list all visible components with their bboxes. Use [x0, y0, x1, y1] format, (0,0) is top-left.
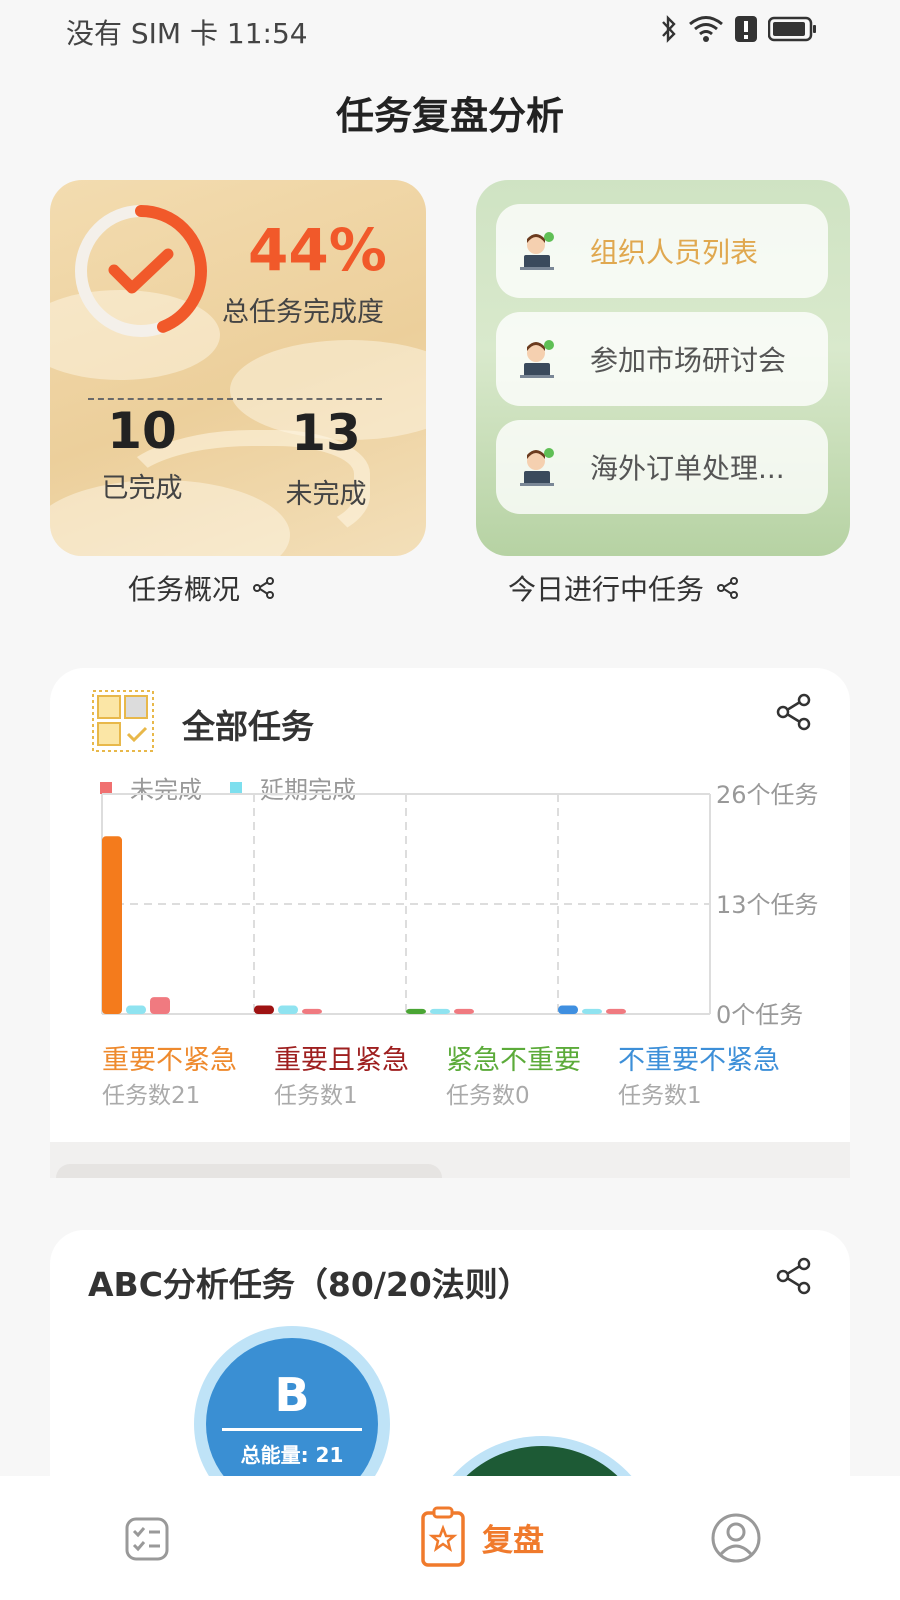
y-tick-label: 13个任务: [716, 891, 819, 919]
today-task-item[interactable]: 组织人员列表: [496, 204, 828, 298]
bar: [126, 1005, 146, 1014]
bluetooth-icon: [660, 14, 678, 44]
today-task-text: 组织人员列表: [590, 236, 759, 269]
task-overview-card[interactable]: 44% 总任务完成度 10 已完成 13 未完成: [50, 180, 426, 556]
nav-review-label: 复盘: [482, 1522, 544, 1559]
today-task-item[interactable]: 参加市场研讨会: [496, 312, 828, 406]
bar: [278, 1005, 298, 1014]
y-tick-label: 26个任务: [716, 781, 819, 809]
card-footer: [50, 1142, 850, 1178]
bar: [406, 1008, 426, 1014]
today-task-text: 海外订单处理...: [590, 452, 785, 485]
worker-avatar-icon: [520, 448, 554, 486]
worker-avatar-icon: [520, 232, 554, 270]
bar: [430, 1008, 450, 1014]
bar: [150, 997, 170, 1014]
completed-label: 已完成: [101, 473, 183, 504]
bar: [302, 1008, 322, 1014]
incomplete-label: 未完成: [285, 479, 367, 510]
status-icons: [660, 14, 818, 44]
overview-caption[interactable]: 任务概况: [128, 568, 276, 608]
bubble-b-energy: 总能量: 21: [240, 1443, 344, 1467]
all-tasks-card: 全部任务 未完成 延期完成 26个任务 13个任务 0个任务 重要不紧急 任务数21…: [50, 668, 850, 1178]
worker-avatar-icon: [520, 340, 554, 378]
quadrant-count: 任务数0: [446, 1083, 530, 1109]
quadrant-label: 重要且紧急: [274, 1045, 409, 1076]
completion-label: 总任务完成度: [222, 297, 384, 328]
today-caption-text: 今日进行中任务: [508, 573, 705, 606]
bar: [582, 1008, 602, 1014]
bar: [606, 1008, 626, 1014]
dashed-divider: [88, 398, 382, 400]
quadrant-count: 任务数1: [618, 1083, 702, 1109]
bar: [454, 1008, 474, 1014]
alert-icon: [734, 14, 758, 44]
abc-title: ABC分析任务（80/20法则）: [88, 1265, 531, 1304]
bubble-b-divider: [222, 1428, 362, 1431]
today-caption[interactable]: 今日进行中任务: [508, 568, 740, 608]
quadrant-count: 任务数1: [274, 1083, 358, 1109]
status-bar: 没有 SIM 卡 11:54: [0, 0, 900, 62]
nav-review[interactable]: 复盘: [420, 1506, 544, 1568]
checkmark-icon: [108, 248, 174, 294]
abc-analysis-card: ABC分析任务（80/20法则） B 总能量: 21: [50, 1230, 850, 1490]
completion-ring: [75, 205, 207, 337]
today-tasks-card[interactable]: 组织人员列表 参加市场研讨会 海外订单处理...: [476, 180, 850, 556]
checklist-icon: [125, 1517, 169, 1561]
quadrant-count: 任务数21: [102, 1083, 201, 1109]
battery-icon: [768, 14, 818, 44]
nav-tasks[interactable]: [124, 1516, 170, 1562]
footer-tab: [56, 1164, 442, 1178]
today-task-text: 参加市场研讨会: [590, 344, 787, 377]
quadrant-label: 不重要不紧急: [618, 1045, 780, 1076]
bubble-b[interactable]: B 总能量: 21: [194, 1326, 390, 1490]
completion-percent: 44%: [248, 216, 387, 284]
bubble-b-letter: B: [274, 1368, 310, 1422]
share-icon[interactable]: [716, 576, 740, 600]
wifi-icon: [688, 14, 724, 44]
y-tick-label: 0个任务: [716, 1001, 803, 1029]
nav-profile[interactable]: [710, 1512, 762, 1564]
bar: [558, 1005, 578, 1014]
clipboard-star-icon: [421, 1506, 465, 1567]
completed-count: 10: [107, 402, 177, 460]
bubble-b-inner: B 总能量: 21: [206, 1338, 378, 1490]
quadrant-label: 紧急不重要: [446, 1045, 581, 1076]
share-icon[interactable]: [252, 576, 276, 600]
bottom-nav: 复盘: [0, 1476, 900, 1600]
quadrant-label: 重要不紧急: [102, 1045, 237, 1076]
incomplete-count: 13: [291, 404, 361, 462]
page-title: 任务复盘分析: [335, 94, 564, 138]
share-icon[interactable]: [774, 1256, 814, 1296]
overview-caption-text: 任务概况: [128, 573, 241, 606]
bar: [254, 1005, 274, 1014]
bar: [102, 836, 122, 1014]
today-task-item[interactable]: 海外订单处理...: [496, 420, 828, 514]
status-time: 没有 SIM 卡 11:54: [66, 17, 308, 50]
user-icon: [711, 1513, 761, 1563]
